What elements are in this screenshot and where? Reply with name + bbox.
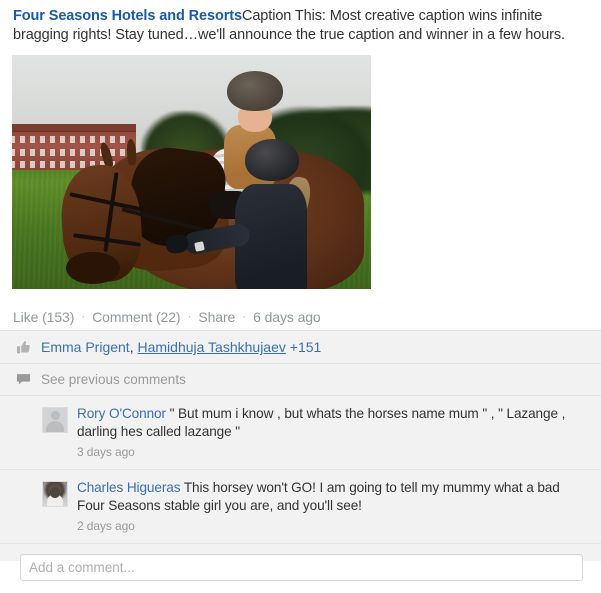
liker-link-1[interactable]: Emma Prigent [41,339,130,355]
comments-panel: Emma Prigent, Hamidhuja Tashkhujaev +151… [0,330,601,581]
photo-mansion-windows-row [12,135,134,143]
comment-text-line: Rory O'Connor " But mum i know , but wha… [77,405,587,441]
comment-bubble-icon [16,372,31,387]
see-previous-comments-label: See previous comments [41,372,186,387]
like-button[interactable]: Like (153) [13,309,74,325]
comment-author-link[interactable]: Rory O'Connor [77,406,166,421]
comment-content: Charles Higueras This horsey won't GO! I… [77,479,587,535]
comment-text-line: Charles Higueras This horsey won't GO! I… [77,479,587,515]
comment-author-link[interactable]: Charles Higueras [77,480,181,495]
likes-row: Emma Prigent, Hamidhuja Tashkhujaev +151 [0,331,601,364]
photo-horse-muzzle [65,251,120,285]
post-photo[interactable] [12,55,371,289]
comment-timestamp[interactable]: 2 days ago [77,517,587,535]
comment-timestamp[interactable]: 3 days ago [77,443,587,461]
see-previous-comments-button[interactable]: See previous comments [0,364,601,396]
avatar[interactable] [42,407,68,433]
likes-more-count[interactable]: +151 [290,339,322,355]
action-separator: · [242,309,247,323]
photo-instructor-helmet [245,139,300,182]
share-button[interactable]: Share [198,309,235,325]
post-action-bar: Like (153) · Comment (22) · Share · 6 days ago [13,309,601,325]
add-comment-input[interactable] [20,554,583,581]
comment-button[interactable]: Comment (22) [92,309,180,325]
comment-content: Rory O'Connor " But mum i know , but wha… [77,405,587,461]
social-post: Four Seasons Hotels and ResortsCaption T… [0,0,601,581]
post-timestamp[interactable]: 6 days ago [253,309,321,325]
thumbs-up-icon [16,340,31,355]
liker-link-2[interactable]: Hamidhuja Tashkhujaev [137,339,285,355]
post-message: Four Seasons Hotels and ResortsCaption T… [0,0,601,45]
photo-mansion-windows-row [12,148,134,156]
action-separator: · [81,309,86,323]
brand-name-link[interactable]: Four Seasons Hotels and Resorts [13,8,242,24]
action-separator: · [187,309,192,323]
photo-illustration [12,55,371,289]
comment-item: Charles Higueras This horsey won't GO! I… [0,470,601,544]
photo-rider-helmet [227,71,284,112]
comment-composer [0,544,601,593]
avatar[interactable] [42,481,68,507]
likes-names: Emma Prigent, Hamidhuja Tashkhujaev +151 [41,339,321,355]
comment-item: Rory O'Connor " But mum i know , but wha… [0,396,601,470]
